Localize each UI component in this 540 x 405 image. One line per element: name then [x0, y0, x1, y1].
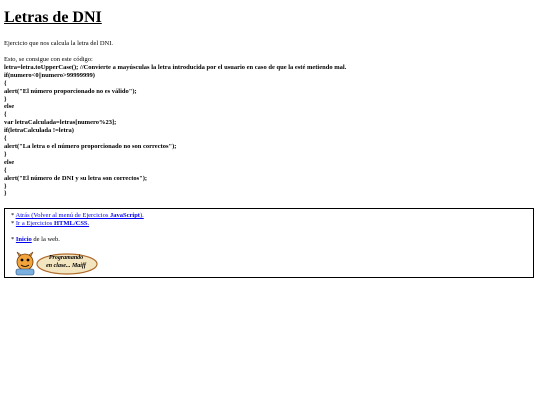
code-line: alert("El número de DNI y su letra son c…	[4, 174, 148, 182]
back-link[interactable]: Atrás (Volver al menú de Ejercicios Java…	[16, 212, 144, 219]
code-line: {	[4, 111, 7, 119]
code-line: {	[4, 135, 7, 143]
code-line: alert("La letra o el número proporcionad…	[4, 142, 177, 150]
code-line: else	[4, 103, 15, 111]
back-link-text: Atrás (Volver al menú de Ejercicios	[15, 212, 110, 219]
intro-block: Ejercicio que nos calcula la letra del D…	[4, 40, 113, 48]
code-intro-text: Esto, se consigue con este código:	[4, 56, 93, 63]
code-line: letra=letra.toUpperCase(); //Convierte a…	[4, 63, 347, 71]
home-link-row: * Inicio de la web.	[11, 236, 144, 244]
html-link-text: Ir a Ejercicios	[15, 220, 54, 227]
code-line: }	[4, 95, 7, 103]
navigation-links: * Atrás (Volver al menú de Ejercicios Ja…	[11, 212, 144, 244]
html-link-bold: HTML/CSS	[53, 220, 88, 227]
html-css-link[interactable]: Ir a Ejercicios HTML/CSS.	[16, 220, 89, 227]
code-line: alert("El número proporcionado no es vál…	[4, 87, 137, 95]
mascot-icon	[15, 251, 35, 276]
back-link-bold: JavaScript	[110, 212, 140, 219]
code-line: if(numero<0||numero>99999999)	[4, 71, 95, 79]
programando-badge[interactable]: Programando en clase... Maiff	[11, 251, 99, 277]
back-link-row: * Atrás (Volver al menú de Ejercicios Ja…	[11, 212, 144, 220]
code-lines: letra=letra.toUpperCase(); //Convierte a…	[4, 64, 346, 198]
home-link[interactable]: Inicio	[16, 236, 32, 243]
back-link-suffix: ).	[139, 212, 144, 219]
code-block: Esto, se consigue con este código: letra…	[4, 56, 346, 198]
page-title: Letras de DNI	[4, 9, 102, 26]
html-link-suffix: .	[87, 220, 90, 227]
code-line: var letraCalculada=letras[numero%23];	[4, 119, 117, 127]
home-link-bold: Inicio	[15, 236, 32, 243]
code-line: }	[4, 190, 7, 198]
html-link-row: * Ir a Ejercicios HTML/CSS.	[11, 220, 144, 228]
code-line: if(letraCalculada !=letra)	[4, 127, 74, 135]
home-link-text: de la web.	[31, 236, 60, 243]
badge-line-2: en clase... Maiff	[46, 263, 86, 269]
code-line: }	[4, 182, 7, 190]
code-line: {	[4, 79, 7, 87]
code-line: }	[4, 150, 7, 158]
code-line: else	[4, 158, 15, 166]
badge-text: Programando en clase... Maiff	[41, 254, 91, 270]
description-text: Ejercicio que nos calcula la letra del D…	[4, 40, 114, 47]
navigation-box: * Atrás (Volver al menú de Ejercicios Ja…	[4, 208, 534, 278]
badge-line-1: Programando	[48, 255, 84, 261]
code-line: {	[4, 166, 7, 174]
